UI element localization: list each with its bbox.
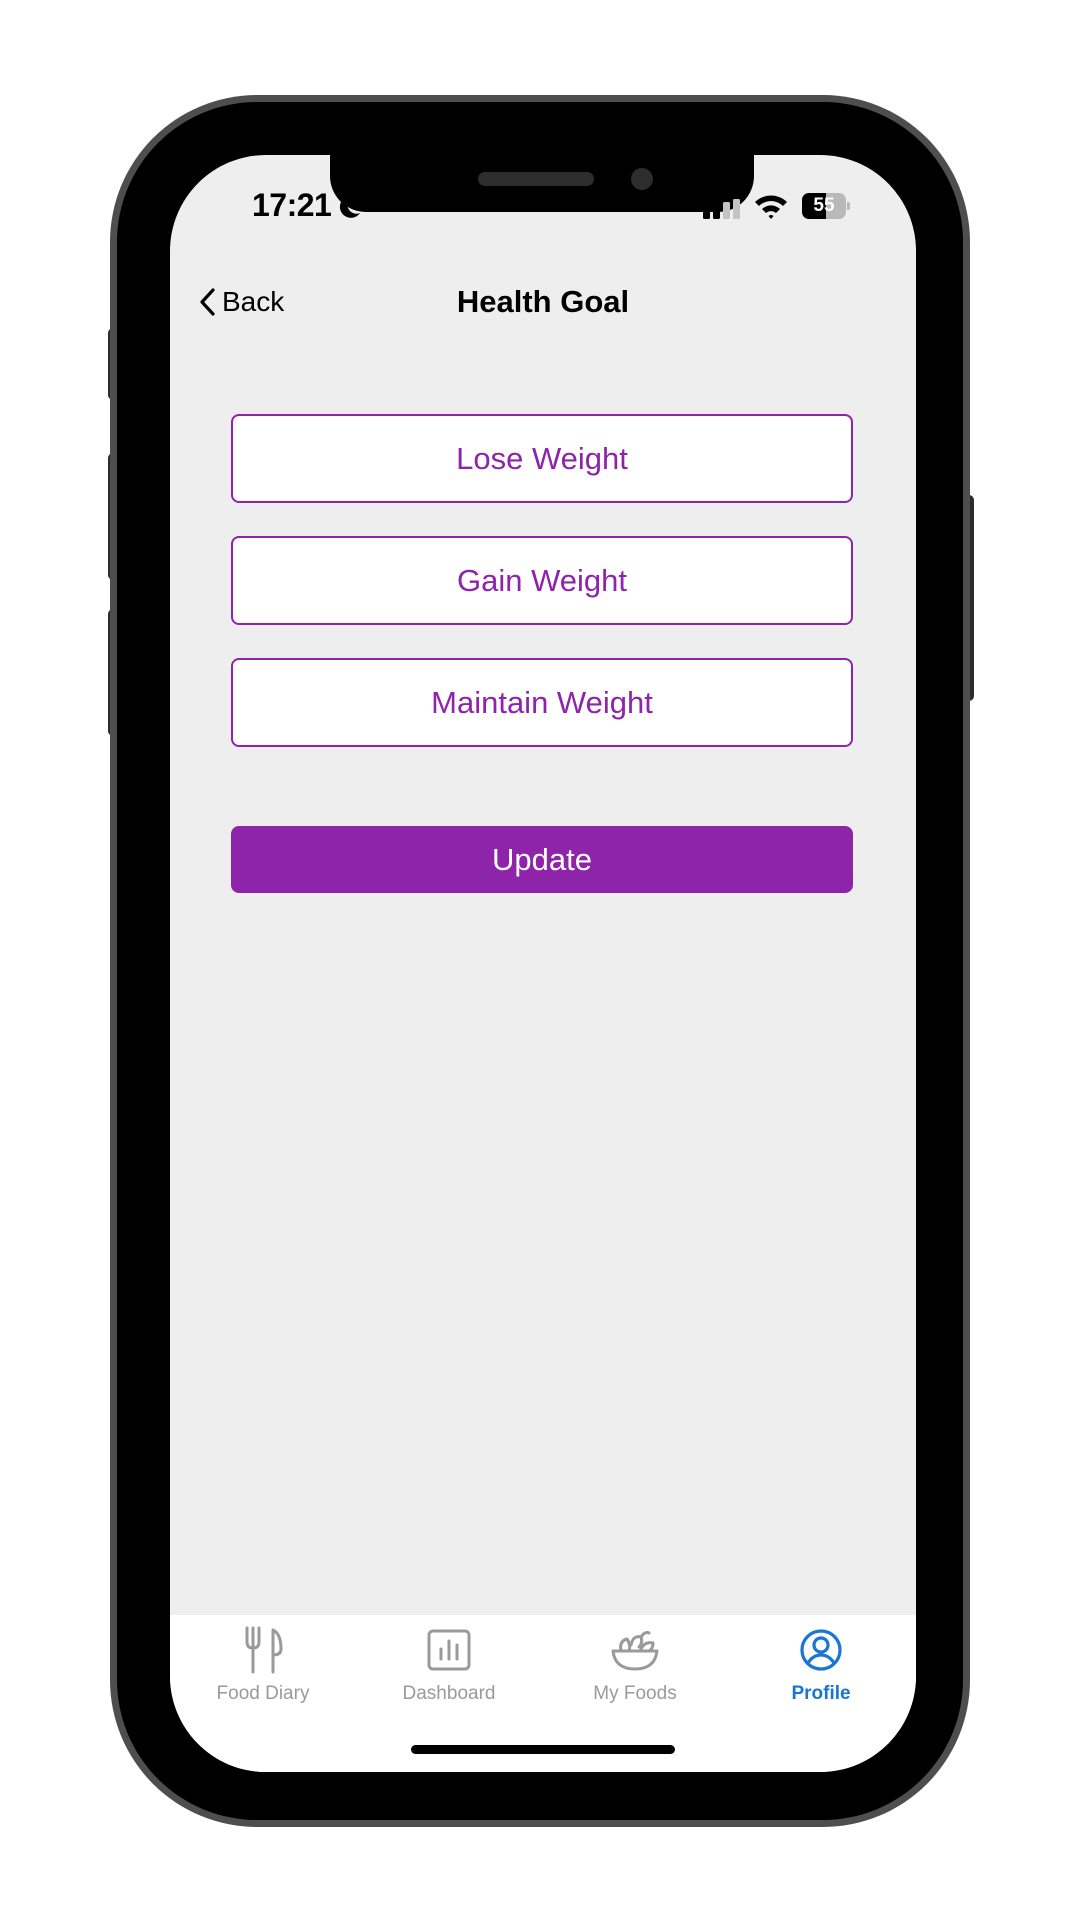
update-button[interactable]: Update [231,826,853,893]
back-label: Back [222,286,285,317]
tab-dashboard[interactable]: Dashboard [356,1615,542,1715]
battery-body: 55 [802,193,846,219]
wifi-icon [755,195,787,219]
tab-label: Dashboard [402,1683,496,1704]
user-circle-icon [800,1629,842,1671]
notch [330,155,754,212]
app-screen: 17:21 55 Health Goal Back Lose Weight Ga… [170,155,916,1772]
battery-indicator: 55 [802,193,850,219]
home-indicator [411,1745,675,1754]
salad-bowl-icon [611,1631,659,1671]
device-stage: 17:21 55 Health Goal Back Lose Weight Ga… [0,0,1080,1920]
signal-icon [703,199,740,219]
battery-nub [847,202,850,210]
tab-label: Profile [791,1683,851,1704]
fork-knife-icon [245,1626,283,1674]
maintain-weight-button[interactable]: Maintain Weight [231,658,853,747]
lose-weight-button[interactable]: Lose Weight [231,414,853,503]
tab-my-foods[interactable]: My Foods [542,1615,728,1715]
bar-chart-icon [427,1629,471,1671]
speaker-grille [478,172,594,186]
tab-label: My Foods [593,1683,677,1704]
chevron-left-icon [200,288,215,316]
front-camera [631,168,653,190]
gain-weight-button[interactable]: Gain Weight [231,536,853,625]
back-button[interactable]: Back [198,277,284,327]
tab-food-diary[interactable]: Food Diary [170,1615,356,1715]
tab-profile[interactable]: Profile [728,1615,914,1715]
battery-percent: 55 [813,195,835,216]
tab-label: Food Diary [216,1683,310,1704]
status-time: 17:21 [252,187,332,223]
